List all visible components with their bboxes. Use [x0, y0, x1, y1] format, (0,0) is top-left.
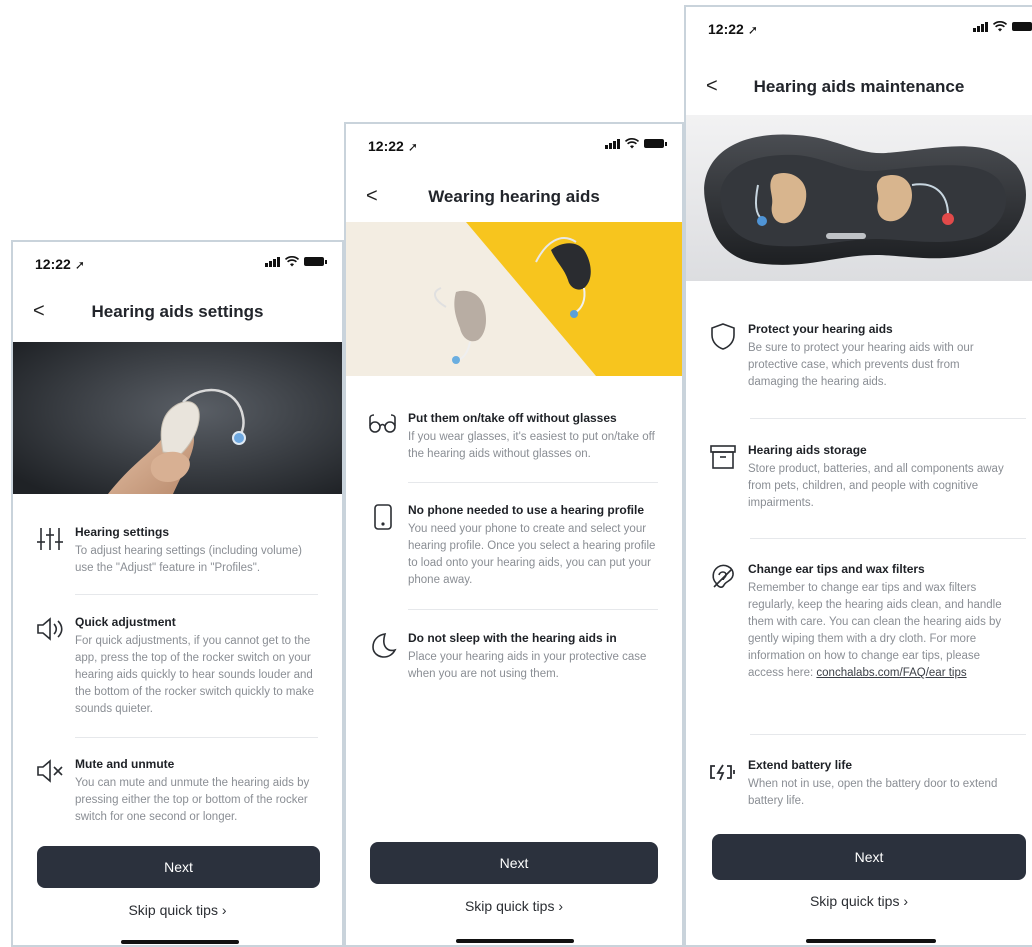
divider — [75, 594, 318, 595]
status-time: 12:22 ➚ — [368, 138, 418, 154]
tip-description: Be sure to protect your hearing aids wit… — [748, 342, 974, 388]
ear-icon — [712, 564, 734, 588]
ear-tips-faq-link[interactable]: conchalabs.com/FAQ/ear tips — [816, 667, 966, 679]
tip-hearing-settings: Hearing settings To adjust hearing setti… — [35, 524, 322, 577]
tip-title: Change ear tips and wax filters — [748, 562, 925, 576]
chevron-right-icon: › — [558, 898, 564, 914]
tip-without-glasses: Put them on/take off without glasses If … — [368, 410, 662, 463]
screen-hearing-aids-maintenance: 12:22 ➚ < Hearing aids maintenance Prote… — [684, 5, 1032, 947]
phone-icon — [374, 504, 392, 530]
signal-icon — [265, 256, 280, 267]
next-button[interactable]: Next — [712, 834, 1026, 880]
next-button[interactable]: Next — [370, 842, 658, 884]
home-indicator — [806, 939, 936, 943]
tip-quick-adjustment: Quick adjustment For quick adjustments, … — [35, 614, 322, 718]
battery-icon — [644, 139, 667, 148]
tip-title: Mute and unmute — [75, 757, 175, 771]
skip-quick-tips-link[interactable]: Skip quick tips › — [13, 902, 342, 918]
tip-protect-hearing-aids: Protect your hearing aids Be sure to pro… — [708, 321, 1012, 391]
screen-hearing-aids-settings: 12:22 ➚ < Hearing aids settings Hearing s… — [11, 240, 344, 947]
tip-no-phone-needed: No phone needed to use a hearing profile… — [368, 502, 662, 589]
divider — [750, 418, 1026, 419]
signal-icon — [973, 21, 988, 32]
page-title: Hearing aids maintenance — [753, 77, 965, 96]
tip-description: When not in use, open the battery door t… — [748, 778, 998, 807]
page-title: Hearing aids settings — [91, 302, 264, 321]
battery-icon — [1012, 22, 1032, 31]
battery-charge-icon — [710, 764, 735, 781]
status-bar: 12:22 ➚ — [346, 124, 682, 164]
location-arrow-icon: ➚ — [747, 23, 758, 37]
battery-icon — [304, 257, 327, 266]
tip-title: Hearing aids storage — [748, 443, 867, 457]
tip-description: To adjust hearing settings (including vo… — [75, 545, 302, 574]
moon-icon — [372, 633, 397, 658]
tip-description: You need your phone to create and select… — [408, 523, 656, 586]
tip-title: Do not sleep with the hearing aids in — [408, 631, 617, 645]
speaker-icon — [37, 617, 63, 641]
wifi-icon — [993, 21, 1007, 32]
hero-image-hearing-aids-on-yellow — [346, 222, 682, 376]
location-arrow-icon: ➚ — [407, 140, 418, 154]
status-bar: 12:22 ➚ — [686, 7, 1032, 47]
tip-change-ear-tips: Change ear tips and wax filters Remember… — [708, 561, 1012, 682]
location-arrow-icon: ➚ — [74, 258, 85, 272]
tip-description: You can mute and unmute the hearing aids… — [75, 777, 310, 823]
tip-title: No phone needed to use a hearing profile — [408, 503, 645, 517]
divider — [408, 609, 658, 610]
tip-title: Protect your hearing aids — [748, 322, 893, 336]
tip-hearing-aids-storage: Hearing aids storage Store product, batt… — [708, 442, 1012, 512]
wifi-icon — [625, 138, 639, 149]
divider — [408, 482, 658, 483]
tip-title: Quick adjustment — [75, 615, 176, 629]
chevron-right-icon: › — [903, 893, 909, 909]
tip-title: Extend battery life — [748, 758, 853, 772]
nav-bar: < Hearing aids settings — [13, 294, 342, 334]
tip-description: Store product, batteries, and all compon… — [748, 463, 1004, 509]
nav-bar: < Wearing hearing aids — [346, 179, 682, 219]
wifi-icon — [285, 256, 299, 267]
divider — [750, 734, 1026, 735]
hero-image-hearing-aids-in-case — [686, 115, 1032, 281]
tip-extend-battery-life: Extend battery life When not in use, ope… — [708, 757, 1012, 810]
skip-quick-tips-link[interactable]: Skip quick tips › — [346, 898, 682, 914]
tip-title: Put them on/take off without glasses — [408, 411, 617, 425]
mute-icon — [37, 759, 63, 783]
divider — [75, 737, 318, 738]
status-time: 12:22 ➚ — [708, 21, 758, 37]
next-button[interactable]: Next — [37, 846, 320, 888]
tip-description: If you wear glasses, it's easiest to put… — [408, 431, 655, 460]
page-title: Wearing hearing aids — [428, 187, 600, 206]
screen-wearing-hearing-aids: 12:22 ➚ < Wearing hearing aids Put them o… — [344, 122, 684, 947]
signal-icon — [605, 138, 620, 149]
shield-icon — [711, 323, 735, 350]
nav-bar: < Hearing aids maintenance — [686, 69, 1032, 109]
divider — [750, 538, 1026, 539]
tip-description: Remember to change ear tips and wax filt… — [748, 582, 1002, 679]
tip-description: Place your hearing aids in your protecti… — [408, 651, 647, 680]
status-bar: 12:22 ➚ — [13, 242, 342, 282]
tip-title: Hearing settings — [75, 525, 170, 539]
sliders-icon — [37, 528, 63, 550]
home-indicator — [121, 940, 239, 944]
tip-do-not-sleep: Do not sleep with the hearing aids in Pl… — [368, 630, 662, 683]
skip-quick-tips-link[interactable]: Skip quick tips › — [686, 893, 1032, 909]
tip-description: For quick adjustments, if you cannot get… — [75, 635, 315, 715]
hero-image-hand-holding-hearing-aid — [13, 342, 342, 494]
tip-mute-unmute: Mute and unmute You can mute and unmute … — [35, 756, 322, 826]
home-indicator — [456, 939, 574, 943]
storage-box-icon — [710, 445, 736, 469]
glasses-icon — [369, 414, 396, 433]
status-time: 12:22 ➚ — [35, 256, 85, 272]
chevron-right-icon: › — [221, 902, 227, 918]
